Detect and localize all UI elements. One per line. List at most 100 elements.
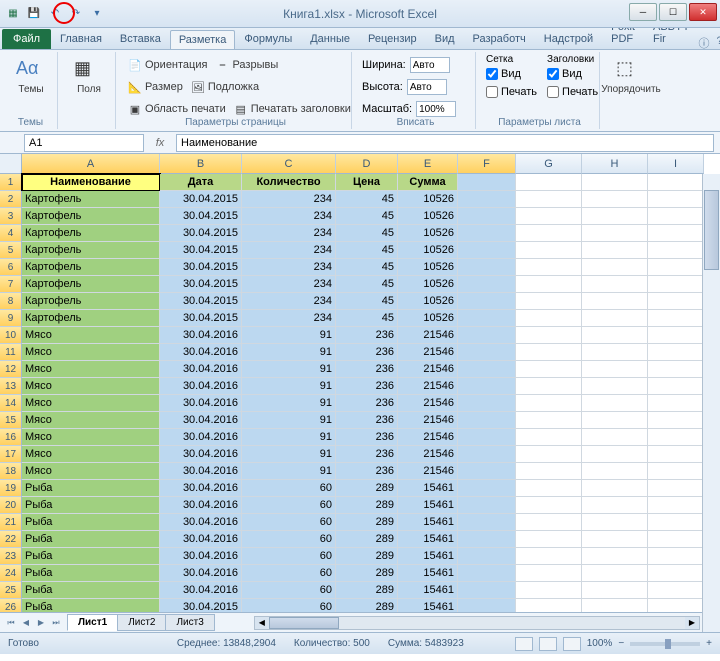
cell-E16[interactable]: 21546 xyxy=(398,429,458,446)
cell-H21[interactable] xyxy=(582,514,648,531)
row-header-16[interactable]: 16 xyxy=(0,429,22,446)
cell-C3[interactable]: 234 xyxy=(242,208,336,225)
cell-F13[interactable] xyxy=(458,378,516,395)
cell-D6[interactable]: 45 xyxy=(336,259,398,276)
cell-B16[interactable]: 30.04.2016 xyxy=(160,429,242,446)
cell-H8[interactable] xyxy=(582,293,648,310)
cell-I2[interactable] xyxy=(648,191,704,208)
cell-E4[interactable]: 10526 xyxy=(398,225,458,242)
cell-D19[interactable]: 289 xyxy=(336,480,398,497)
zoom-out-icon[interactable]: − xyxy=(618,638,624,649)
cell-E1[interactable]: Сумма xyxy=(398,174,458,191)
cell-I22[interactable] xyxy=(648,531,704,548)
background-button[interactable]: 🖼Подложка xyxy=(189,79,261,95)
cell-I13[interactable] xyxy=(648,378,704,395)
cell-H19[interactable] xyxy=(582,480,648,497)
cell-D5[interactable]: 45 xyxy=(336,242,398,259)
column-header-F[interactable]: F xyxy=(458,154,516,174)
cell-D12[interactable]: 236 xyxy=(336,361,398,378)
cell-I10[interactable] xyxy=(648,327,704,344)
cell-A4[interactable]: Картофель xyxy=(22,225,160,242)
cell-C22[interactable]: 60 xyxy=(242,531,336,548)
cell-H10[interactable] xyxy=(582,327,648,344)
ribbon-tab-файл[interactable]: Файл xyxy=(2,29,51,49)
column-header-E[interactable]: E xyxy=(398,154,458,174)
cell-A3[interactable]: Картофель xyxy=(22,208,160,225)
row-header-25[interactable]: 25 xyxy=(0,582,22,599)
row-header-20[interactable]: 20 xyxy=(0,497,22,514)
width-input[interactable] xyxy=(410,57,450,73)
cell-E17[interactable]: 21546 xyxy=(398,446,458,463)
cell-H22[interactable] xyxy=(582,531,648,548)
row-header-14[interactable]: 14 xyxy=(0,395,22,412)
cell-F12[interactable] xyxy=(458,361,516,378)
row-header-22[interactable]: 22 xyxy=(0,531,22,548)
cell-G4[interactable] xyxy=(516,225,582,242)
cell-A21[interactable]: Рыба xyxy=(22,514,160,531)
cell-A8[interactable]: Картофель xyxy=(22,293,160,310)
cell-F6[interactable] xyxy=(458,259,516,276)
cell-E10[interactable]: 21546 xyxy=(398,327,458,344)
cell-G17[interactable] xyxy=(516,446,582,463)
cell-C26[interactable]: 60 xyxy=(242,599,336,612)
cell-I4[interactable] xyxy=(648,225,704,242)
themes-button[interactable]: Aα Темы xyxy=(10,54,52,95)
margins-button[interactable]: ▦ Поля xyxy=(68,54,110,95)
print-area-button[interactable]: ▣Область печати xyxy=(126,101,228,117)
cell-G24[interactable] xyxy=(516,565,582,582)
cell-C4[interactable]: 234 xyxy=(242,225,336,242)
cell-E15[interactable]: 21546 xyxy=(398,412,458,429)
cell-H23[interactable] xyxy=(582,548,648,565)
cell-E7[interactable]: 10526 xyxy=(398,276,458,293)
cell-F21[interactable] xyxy=(458,514,516,531)
cell-C24[interactable]: 60 xyxy=(242,565,336,582)
cell-F26[interactable] xyxy=(458,599,516,612)
cell-G3[interactable] xyxy=(516,208,582,225)
cell-B19[interactable]: 30.04.2016 xyxy=(160,480,242,497)
row-header-7[interactable]: 7 xyxy=(0,276,22,293)
cell-E13[interactable]: 21546 xyxy=(398,378,458,395)
column-header-C[interactable]: C xyxy=(242,154,336,174)
cell-B7[interactable]: 30.04.2015 xyxy=(160,276,242,293)
zoom-slider[interactable] xyxy=(630,642,700,646)
cell-D14[interactable]: 236 xyxy=(336,395,398,412)
cell-A20[interactable]: Рыба xyxy=(22,497,160,514)
cell-C7[interactable]: 234 xyxy=(242,276,336,293)
cell-F18[interactable] xyxy=(458,463,516,480)
view-normal-button[interactable] xyxy=(515,637,533,651)
cell-E25[interactable]: 15461 xyxy=(398,582,458,599)
cell-C18[interactable]: 91 xyxy=(242,463,336,480)
cell-I18[interactable] xyxy=(648,463,704,480)
cell-D15[interactable]: 236 xyxy=(336,412,398,429)
cell-D23[interactable]: 289 xyxy=(336,548,398,565)
row-header-2[interactable]: 2 xyxy=(0,191,22,208)
sheet-nav-next-icon[interactable]: ▶ xyxy=(34,616,48,630)
cell-A1[interactable]: Наименование xyxy=(22,174,160,191)
cell-B18[interactable]: 30.04.2016 xyxy=(160,463,242,480)
scale-input[interactable] xyxy=(416,101,456,117)
cell-E8[interactable]: 10526 xyxy=(398,293,458,310)
worksheet-grid[interactable]: ABCDEFGHI1НаименованиеДатаКоличествоЦена… xyxy=(0,154,720,612)
cell-D18[interactable]: 236 xyxy=(336,463,398,480)
cell-B13[interactable]: 30.04.2016 xyxy=(160,378,242,395)
sheet-tab-Лист3[interactable]: Лист3 xyxy=(165,614,214,631)
grid-view-checkbox[interactable] xyxy=(486,68,498,80)
cell-D4[interactable]: 45 xyxy=(336,225,398,242)
ribbon-tab-надстрой[interactable]: Надстрой xyxy=(535,29,602,49)
cell-C14[interactable]: 91 xyxy=(242,395,336,412)
cell-B14[interactable]: 30.04.2016 xyxy=(160,395,242,412)
cell-E14[interactable]: 21546 xyxy=(398,395,458,412)
ribbon-tab-вставка[interactable]: Вставка xyxy=(111,29,170,49)
ribbon-tab-разработч[interactable]: Разработч xyxy=(464,29,535,49)
ribbon-tab-формулы[interactable]: Формулы xyxy=(235,29,301,49)
cell-D13[interactable]: 236 xyxy=(336,378,398,395)
column-header-B[interactable]: B xyxy=(160,154,242,174)
cell-E9[interactable]: 10526 xyxy=(398,310,458,327)
cell-A16[interactable]: Мясо xyxy=(22,429,160,446)
row-header-19[interactable]: 19 xyxy=(0,480,22,497)
row-header-3[interactable]: 3 xyxy=(0,208,22,225)
grid-print-checkbox[interactable] xyxy=(486,86,498,98)
cell-A10[interactable]: Мясо xyxy=(22,327,160,344)
cell-C5[interactable]: 234 xyxy=(242,242,336,259)
cell-C10[interactable]: 91 xyxy=(242,327,336,344)
